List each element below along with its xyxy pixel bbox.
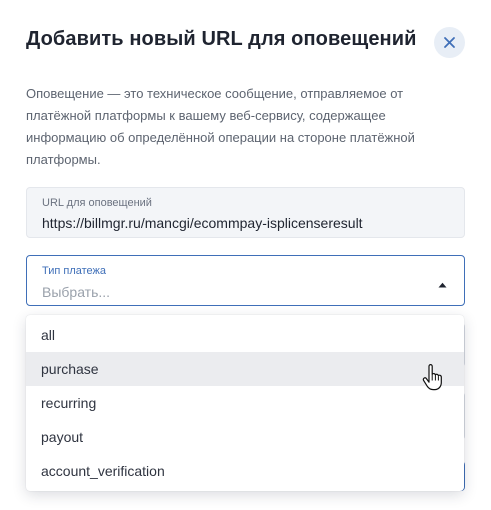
option-purchase[interactable]: purchase bbox=[26, 352, 464, 386]
option-all[interactable]: all bbox=[26, 318, 464, 352]
payment-type-dropdown: all purchase recurring payout account_ve… bbox=[26, 315, 464, 491]
option-account-verification[interactable]: account_verification bbox=[26, 454, 464, 488]
modal-description: Оповещение — это техническое сообщение, … bbox=[26, 86, 415, 167]
close-icon bbox=[444, 37, 455, 48]
option-payout[interactable]: payout bbox=[26, 420, 464, 454]
payment-type-placeholder: Выбрать... bbox=[42, 284, 111, 300]
caret-up-icon[interactable] bbox=[438, 282, 447, 288]
option-recurring[interactable]: recurring bbox=[26, 386, 464, 420]
payment-type-label: Тип платежа bbox=[42, 265, 107, 277]
payment-type-select[interactable]: Тип платежа Выбрать... bbox=[26, 255, 465, 306]
url-field-label: URL для оповещений bbox=[42, 197, 152, 209]
url-field-value[interactable]: https://billmgr.ru/mancgi/ecommpay-ispli… bbox=[42, 215, 363, 231]
url-field[interactable]: URL для оповещений https://billmgr.ru/ma… bbox=[26, 187, 465, 238]
modal-title: Добавить новый URL для оповещений bbox=[26, 28, 417, 50]
close-button[interactable] bbox=[434, 27, 465, 58]
hand-pointer-icon bbox=[422, 364, 442, 391]
